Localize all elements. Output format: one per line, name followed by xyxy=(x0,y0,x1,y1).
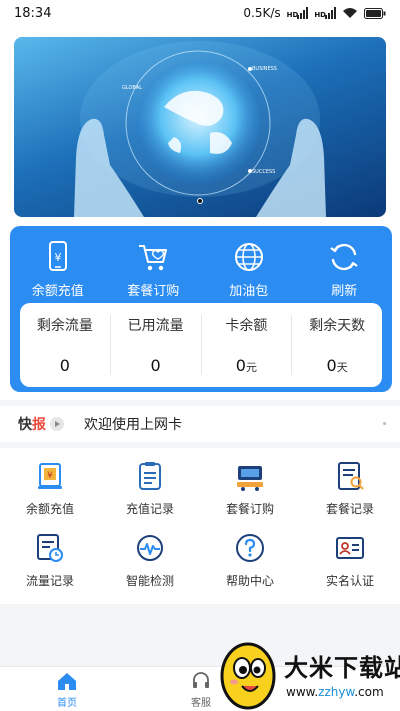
grid-item-label: 充值记录 xyxy=(125,502,174,516)
wifi-icon xyxy=(343,8,357,18)
battery-icon xyxy=(364,7,386,19)
grid-item-label: 流量记录 xyxy=(25,574,74,588)
stat-remaining-days: 剩余天数 0天 xyxy=(292,315,382,375)
traffic-record-icon xyxy=(37,534,63,562)
quick-actions: ¥ 余额充值 套餐订购 加油包 刷新 xyxy=(10,226,392,302)
status-bar: 18:34 0.5K/s HD HD xyxy=(0,0,400,26)
news-dot xyxy=(383,422,386,425)
stat-value: 0元 xyxy=(235,356,257,375)
banner-label-business: BUSINESS xyxy=(252,66,277,72)
quick-action-refresh[interactable]: 刷新 xyxy=(297,226,393,302)
smart-detect-icon xyxy=(137,535,163,561)
cart-icon xyxy=(139,245,168,271)
stat-value: 0 xyxy=(150,356,161,375)
quick-action-data-pack[interactable]: 加油包 xyxy=(201,226,297,302)
package-order-icon xyxy=(237,466,263,491)
watermark: 大米下载站 www.zzhyw.com xyxy=(212,632,400,711)
globe-hands-illustration: GLOBAL BUSINESS SUCCESS xyxy=(74,41,326,217)
egg-mascot-icon xyxy=(220,642,276,710)
id-verify-icon xyxy=(336,537,364,559)
grid-item-label: 套餐订购 xyxy=(225,502,274,516)
grid-item-id-verify[interactable]: 实名认证 xyxy=(300,532,400,598)
account-panel: ¥ 余额充值 套餐订购 加油包 刷新 剩余流量 0 已用流量 0 卡余额 0元 … xyxy=(10,226,392,392)
feature-grid: ¥ 余额充值 充值记录 套餐订购 套餐记录 流量记录 智能检测 帮助中心 实名认… xyxy=(0,448,400,604)
refresh-icon xyxy=(330,243,358,271)
top-area: GLOBAL BUSINESS SUCCESS ¥ 余额充值 套餐订购 加油包 xyxy=(0,26,400,400)
headset-icon xyxy=(193,671,209,688)
globe-icon xyxy=(234,243,263,271)
tab-label: 首页 xyxy=(57,697,77,709)
grid-item-recharge[interactable]: ¥ 余额充值 xyxy=(0,460,100,526)
svg-text:¥: ¥ xyxy=(54,251,61,264)
grid-item-label: 余额充值 xyxy=(25,502,74,516)
tab-label: 客服 xyxy=(191,697,211,709)
quick-action-label: 加油包 xyxy=(229,284,269,299)
stat-label: 剩余流量 xyxy=(36,318,93,334)
news-ticker[interactable]: 快报 欢迎使用上网卡 xyxy=(0,406,400,442)
quick-action-label: 刷新 xyxy=(331,284,358,299)
stat-used-data: 已用流量 0 xyxy=(111,315,202,375)
quick-action-label: 套餐订购 xyxy=(127,284,180,299)
stat-remaining-data: 剩余流量 0 xyxy=(20,315,111,375)
help-icon xyxy=(236,534,264,562)
grid-item-label: 套餐记录 xyxy=(325,502,374,516)
package-record-icon xyxy=(338,462,364,490)
watermark-title: 大米下载站 xyxy=(284,654,400,682)
grid-item-label: 实名认证 xyxy=(325,574,374,588)
network-speed: 0.5K/s xyxy=(243,6,281,20)
status-indicators: 0.5K/s HD HD xyxy=(243,6,386,20)
signal-icon: HD xyxy=(314,7,336,19)
grid-item-package-record[interactable]: 套餐记录 xyxy=(300,460,400,526)
stat-label: 卡余额 xyxy=(225,318,268,334)
quick-action-recharge[interactable]: ¥ 余额充值 xyxy=(10,226,106,302)
grid-item-recharge-record[interactable]: 充值记录 xyxy=(100,460,200,526)
phone-yuan-icon: ¥ xyxy=(48,241,67,271)
home-icon xyxy=(58,672,76,690)
carousel-indicator[interactable] xyxy=(197,198,203,204)
grid-item-label: 智能检测 xyxy=(125,574,174,588)
grid-item-order-package[interactable]: 套餐订购 xyxy=(200,460,300,526)
stat-label: 剩余天数 xyxy=(309,318,366,334)
stat-value: 0天 xyxy=(326,356,348,375)
stat-label: 已用流量 xyxy=(127,318,184,334)
banner-label-global: GLOBAL xyxy=(122,85,142,91)
banner-carousel[interactable]: GLOBAL BUSINESS SUCCESS xyxy=(14,37,386,217)
recharge-icon: ¥ xyxy=(38,463,62,489)
play-icon xyxy=(50,417,64,431)
clock: 18:34 xyxy=(14,5,52,21)
svg-text:¥: ¥ xyxy=(47,471,53,481)
grid-item-help-center[interactable]: 帮助中心 xyxy=(200,532,300,598)
quick-action-label: 余额充值 xyxy=(31,284,84,299)
watermark-url: www.zzhyw.com xyxy=(286,685,384,699)
news-logo: 快报 xyxy=(18,417,46,433)
grid-item-traffic-record[interactable]: 流量记录 xyxy=(0,532,100,598)
quick-action-order-package[interactable]: 套餐订购 xyxy=(106,226,202,302)
signal-icon: HD xyxy=(287,7,309,19)
tab-home[interactable]: 首页 xyxy=(0,667,134,711)
grid-item-smart-detect[interactable]: 智能检测 xyxy=(100,532,200,598)
news-text: 欢迎使用上网卡 xyxy=(84,417,182,433)
banner-label-success: SUCCESS xyxy=(252,169,275,175)
recharge-record-icon xyxy=(139,462,161,490)
stat-card-balance: 卡余额 0元 xyxy=(202,315,293,375)
grid-item-label: 帮助中心 xyxy=(225,574,274,588)
stat-value: 0 xyxy=(59,356,70,375)
usage-stats: 剩余流量 0 已用流量 0 卡余额 0元 剩余天数 0天 xyxy=(20,303,382,387)
